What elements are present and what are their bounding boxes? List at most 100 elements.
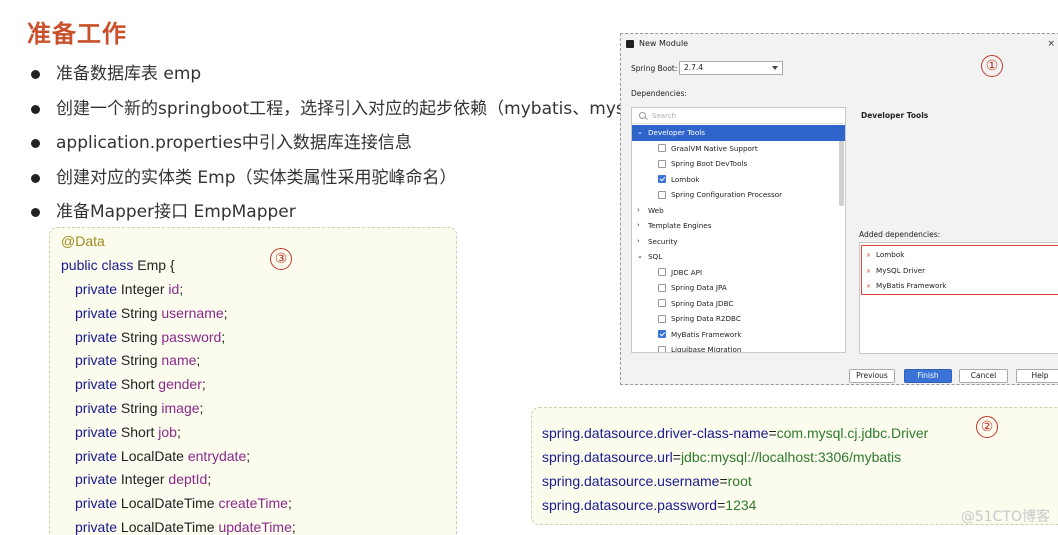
added-dependency-item: × MySQL Driver <box>866 263 925 279</box>
dialog-titlebar: New Module × <box>621 34 1058 54</box>
code-type: Short <box>120 423 159 440</box>
remove-icon[interactable]: × <box>866 252 871 259</box>
dependency-checkbox[interactable] <box>658 268 666 276</box>
dependency-label: Spring Data JPA <box>671 283 727 292</box>
code-semicolon: ; <box>221 328 226 345</box>
finish-button[interactable]: Finish <box>904 369 952 383</box>
tree-group-security[interactable]: › Security <box>632 234 845 250</box>
code-class-declaration: public class Emp { <box>61 253 175 277</box>
code-modifier: private <box>75 495 121 512</box>
dependency-item[interactable]: GraalVM Native Support <box>632 141 845 157</box>
dependencies-label: Dependencies: <box>631 89 687 98</box>
slide-title: 准备工作 <box>27 20 127 48</box>
dependency-checkbox[interactable] <box>658 330 666 338</box>
dependency-checkbox[interactable] <box>658 175 666 183</box>
dependency-item[interactable]: Spring Configuration Processor <box>632 187 845 203</box>
dependency-label: Spring Boot DevTools <box>671 159 748 168</box>
code-field-line: private String name; <box>75 348 200 372</box>
dependency-item[interactable]: Spring Data JDBC <box>632 296 845 312</box>
remove-icon[interactable]: × <box>866 268 871 275</box>
code-modifier: private <box>75 423 121 440</box>
dependency-item[interactable]: JDBC API <box>632 265 845 281</box>
property-key: spring.datasource.url <box>542 449 673 465</box>
dependency-item[interactable]: Lombok <box>632 172 845 188</box>
code-field-name: createTime <box>218 495 288 512</box>
dependency-label: GraalVM Native Support <box>671 143 758 153</box>
dependency-checkbox[interactable] <box>658 159 666 168</box>
dependency-item[interactable]: Spring Data R2DBC <box>632 311 845 327</box>
tree-group-sql[interactable]: ⌄ SQL <box>632 249 845 265</box>
chevron-right-icon[interactable]: › <box>637 234 640 250</box>
tree-group-label: Security <box>648 236 678 246</box>
close-icon[interactable]: × <box>1047 34 1055 54</box>
code-semicolon: ; <box>287 495 292 512</box>
chevron-right-icon[interactable]: › <box>637 203 640 219</box>
code-modifier: private <box>75 447 121 464</box>
added-dependencies-list: × Lombok × MySQL Driver × MyBatis Framework <box>861 245 1058 295</box>
code-semicolon: ; <box>176 423 181 440</box>
spring-boot-version-select[interactable]: 2.7.4 <box>679 61 783 75</box>
tree-group-developer-tools[interactable]: ⌄ Developer Tools <box>632 125 845 141</box>
bullet-dot-icon <box>31 70 40 79</box>
dependency-item[interactable]: MyBatis Framework <box>632 327 845 343</box>
previous-button[interactable]: Previous <box>849 369 895 383</box>
code-class-name: Emp { <box>137 257 175 273</box>
code-modifier: private <box>75 352 121 369</box>
dependency-checkbox[interactable] <box>658 345 666 352</box>
dependency-checkbox[interactable] <box>658 314 666 323</box>
search-placeholder: Search <box>652 112 677 120</box>
added-dependency-item: × MyBatis Framework <box>866 278 946 294</box>
code-semicolon: ; <box>196 352 201 369</box>
bullet-text: 创建对应的实体类 Emp（实体类属性采用驼峰命名） <box>56 167 457 188</box>
remove-icon[interactable]: × <box>866 283 871 290</box>
tree-group-web[interactable]: › Web <box>632 203 845 219</box>
dependency-label: JDBC API <box>671 267 703 277</box>
code-field-line: private LocalDate entrydate; <box>75 444 250 468</box>
tree-group-template-engines[interactable]: › Template Engines <box>632 218 845 234</box>
watermark: @51CTO博客 <box>960 509 1050 525</box>
dependency-tree: Search ⌄ Developer Tools GraalVM Native Su… <box>631 107 846 353</box>
code-field-name: updateTime <box>218 519 292 535</box>
dependency-label: MyBatis Framework <box>671 329 742 339</box>
dependency-label: Liquibase Migration <box>671 345 742 353</box>
code-field-line: private Integer deptId; <box>75 467 211 491</box>
dependency-item[interactable]: Spring Data JPA <box>632 280 845 296</box>
added-dependency-label: MyBatis Framework <box>876 281 947 290</box>
code-modifier: private <box>75 400 121 416</box>
dependency-item[interactable]: Spring Boot DevTools <box>632 156 845 172</box>
marker-two: ② <box>976 416 998 438</box>
code-modifier: private <box>75 471 121 488</box>
code-field-line: private LocalDateTime updateTime; <box>75 515 296 535</box>
dependency-checkbox[interactable] <box>658 144 666 152</box>
code-type: String <box>120 400 162 416</box>
property-value: root <box>727 473 752 489</box>
code-semicolon: ; <box>179 281 184 297</box>
marker-one: ① <box>981 55 1003 77</box>
bullet-dot-icon <box>31 104 40 114</box>
code-type: String <box>120 352 162 369</box>
tree-group-label: SQL <box>648 252 663 261</box>
bullet-text: 准备数据库表 emp <box>56 64 202 84</box>
chevron-right-icon[interactable]: › <box>637 218 640 234</box>
code-type: String <box>120 328 162 345</box>
code-field-line: private Short job; <box>75 420 181 444</box>
code-semicolon: ; <box>199 400 204 416</box>
dependency-checkbox[interactable] <box>658 299 666 307</box>
property-equals: = <box>672 449 681 465</box>
code-field-name: id <box>168 281 180 297</box>
chevron-down-icon[interactable]: ⌄ <box>637 249 643 265</box>
dependency-checkbox[interactable] <box>658 283 666 292</box>
tree-group-label: Developer Tools <box>648 128 705 137</box>
dependency-label: Spring Configuration Processor <box>671 190 783 199</box>
bullet-dot-icon <box>31 208 40 217</box>
help-button[interactable]: Help <box>1016 369 1058 383</box>
tree-group-label: Web <box>648 205 664 215</box>
dependency-checkbox[interactable] <box>658 190 666 199</box>
cancel-button[interactable]: Cancel <box>959 369 1008 383</box>
bullet-dot-icon <box>31 173 40 183</box>
dependency-search-input[interactable]: Search <box>632 108 845 124</box>
property-line: spring.datasource.password=1234 <box>542 493 756 517</box>
dependency-item[interactable]: Liquibase Migration <box>632 342 845 353</box>
bullet-list: 准备数据库表 emp 创建一个新的springboot工程，选择引入对应的起步依赖… <box>28 60 640 233</box>
chevron-down-icon[interactable]: ⌄ <box>637 125 643 141</box>
